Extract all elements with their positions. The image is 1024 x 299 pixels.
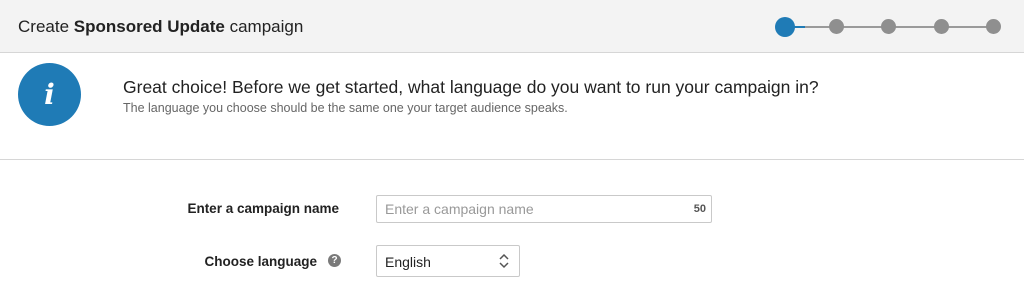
campaign-name-field[interactable]: 50 [376,195,712,223]
step-1-dot [775,17,795,37]
step-progress-indicator [775,17,1005,37]
campaign-name-input[interactable] [377,196,687,222]
title-suffix: campaign [224,17,304,36]
info-banner: i Great choice! Before we get started, w… [0,54,1024,160]
step-4-dot [934,19,949,34]
question-icon[interactable]: ? [328,254,341,267]
info-icon: i [18,63,81,126]
info-subtext: The language you choose should be the sa… [123,101,568,115]
select-arrows-icon [499,253,509,269]
page-title: Create Sponsored Update campaign [18,17,303,37]
info-heading: Great choice! Before we get started, wha… [123,77,819,97]
language-select[interactable]: English [376,245,520,277]
char-count: 50 [693,203,706,215]
step-2-dot [829,19,844,34]
campaign-name-label: Enter a campaign name [187,201,339,216]
title-campaign-type: Sponsored Update [73,17,225,36]
language-selected-value: English [385,254,431,270]
step-3-dot [881,19,896,34]
language-label: Choose language [204,254,317,269]
campaign-header: Create Sponsored Update campaign [0,0,1024,53]
step-5-dot [986,19,1001,34]
title-prefix: Create [18,17,74,36]
